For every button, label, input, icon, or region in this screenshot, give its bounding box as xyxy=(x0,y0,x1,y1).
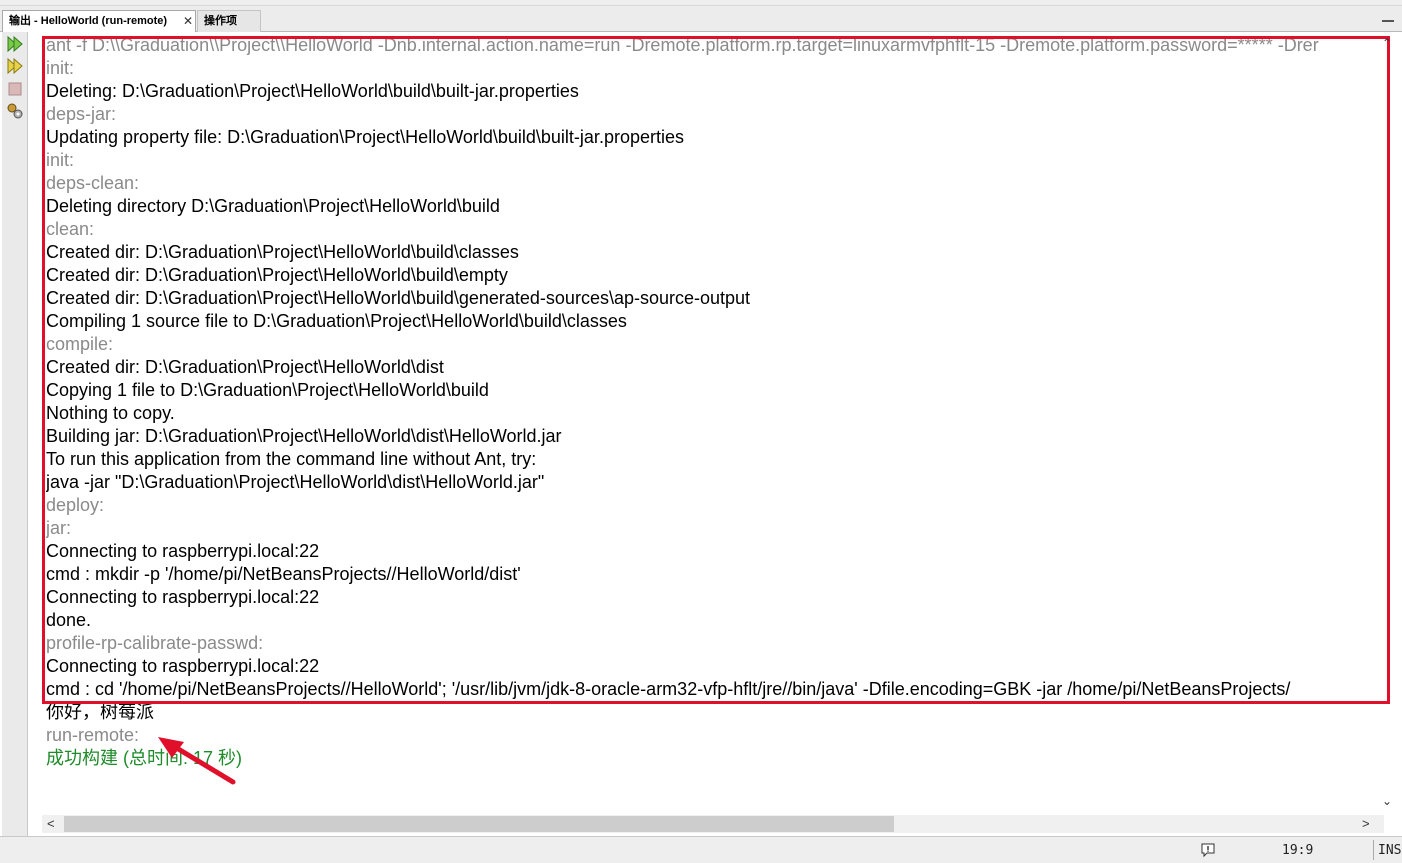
output-line[interactable]: Deleting: D:\Graduation\Project\HelloWor… xyxy=(46,79,1376,102)
status-divider xyxy=(1373,840,1374,860)
scroll-up-icon[interactable]: ⌃ xyxy=(1382,36,1392,50)
horizontal-scrollbar[interactable]: < > xyxy=(42,815,1384,833)
output-line[interactable]: Connecting to raspberrypi.local:22 xyxy=(46,654,1376,677)
scroll-left-icon[interactable]: < xyxy=(47,816,55,831)
output-line-target[interactable]: compile: xyxy=(46,332,1376,355)
output-line[interactable]: Created dir: D:\Graduation\Project\Hello… xyxy=(46,355,1376,378)
output-line[interactable]: Created dir: D:\Graduation\Project\Hello… xyxy=(46,286,1376,309)
output-line[interactable]: done. xyxy=(46,608,1376,631)
output-line-success[interactable]: 成功构建 (总时间: 17 秒) xyxy=(46,746,1376,769)
output-line[interactable]: Updating property file: D:\Graduation\Pr… xyxy=(46,125,1376,148)
output-line-target[interactable]: clean: xyxy=(46,217,1376,240)
status-bar: 19:9 INS xyxy=(0,836,1402,863)
output-line-target[interactable]: init: xyxy=(46,56,1376,79)
output-toolbar xyxy=(2,32,28,836)
tab-actions-label: 操作项 xyxy=(204,15,237,27)
scroll-right-icon[interactable]: > xyxy=(1362,816,1370,831)
output-line[interactable]: Copying 1 file to D:\Graduation\Project\… xyxy=(46,378,1376,401)
scroll-down-icon[interactable]: ⌄ xyxy=(1382,794,1392,808)
output-line[interactable]: Created dir: D:\Graduation\Project\Hello… xyxy=(46,240,1376,263)
output-line[interactable]: Connecting to raspberrypi.local:22 xyxy=(46,585,1376,608)
output-line[interactable]: java -jar "D:\Graduation\Project\HelloWo… xyxy=(46,470,1376,493)
ant-settings-icon[interactable] xyxy=(6,102,24,120)
output-line[interactable]: Deleting directory D:\Graduation\Project… xyxy=(46,194,1376,217)
output-line-target[interactable]: init: xyxy=(46,148,1376,171)
output-line-target[interactable]: run-remote: xyxy=(46,723,1376,746)
output-line-target[interactable]: ant -f D:\\Graduation\\Project\\HelloWor… xyxy=(46,33,1376,56)
rerun-with-args-icon[interactable] xyxy=(6,57,24,75)
stop-icon[interactable] xyxy=(6,80,24,98)
cursor-position: 19:9 xyxy=(1282,843,1314,858)
output-pane[interactable]: ant -f D:\\Graduation\\Project\\HelloWor… xyxy=(29,33,1400,815)
tab-output-label: 输出 - HelloWorld (run-remote) xyxy=(9,15,168,27)
output-line-target[interactable]: profile-rp-calibrate-passwd: xyxy=(46,631,1376,654)
output-line[interactable]: 你好，树莓派 xyxy=(46,700,1376,723)
close-icon[interactable]: ✕ xyxy=(183,11,193,32)
output-line-target[interactable]: deploy: xyxy=(46,493,1376,516)
output-line-target[interactable]: jar: xyxy=(46,516,1376,539)
output-line-target[interactable]: deps-clean: xyxy=(46,171,1376,194)
horizontal-scroll-thumb[interactable] xyxy=(64,816,894,832)
tab-output-helloworld[interactable]: 输出 - HelloWorld (run-remote) ✕ xyxy=(2,10,196,32)
output-lines[interactable]: ant -f D:\\Graduation\\Project\\HelloWor… xyxy=(46,33,1376,793)
output-line-target[interactable]: deps-jar: xyxy=(46,102,1376,125)
output-line[interactable]: Compiling 1 source file to D:\Graduation… xyxy=(46,309,1376,332)
output-line[interactable]: cmd : mkdir -p '/home/pi/NetBeansProject… xyxy=(46,562,1376,585)
output-line[interactable]: To run this application from the command… xyxy=(46,447,1376,470)
output-line[interactable]: Nothing to copy. xyxy=(46,401,1376,424)
output-line[interactable]: Created dir: D:\Graduation\Project\Hello… xyxy=(46,263,1376,286)
output-line[interactable]: cmd : cd '/home/pi/NetBeansProjects//Hel… xyxy=(46,677,1376,700)
output-line[interactable]: Connecting to raspberrypi.local:22 xyxy=(46,539,1376,562)
insert-mode-indicator: INS xyxy=(1378,843,1402,858)
tab-actions[interactable]: 操作项 xyxy=(197,10,261,32)
notification-icon[interactable] xyxy=(1200,842,1216,858)
output-tab-bar: 输出 - HelloWorld (run-remote) ✕ 操作项 xyxy=(0,6,1402,32)
minimize-icon[interactable] xyxy=(1382,20,1394,22)
output-line[interactable]: Building jar: D:\Graduation\Project\Hell… xyxy=(46,424,1376,447)
rerun-icon[interactable] xyxy=(6,35,24,53)
